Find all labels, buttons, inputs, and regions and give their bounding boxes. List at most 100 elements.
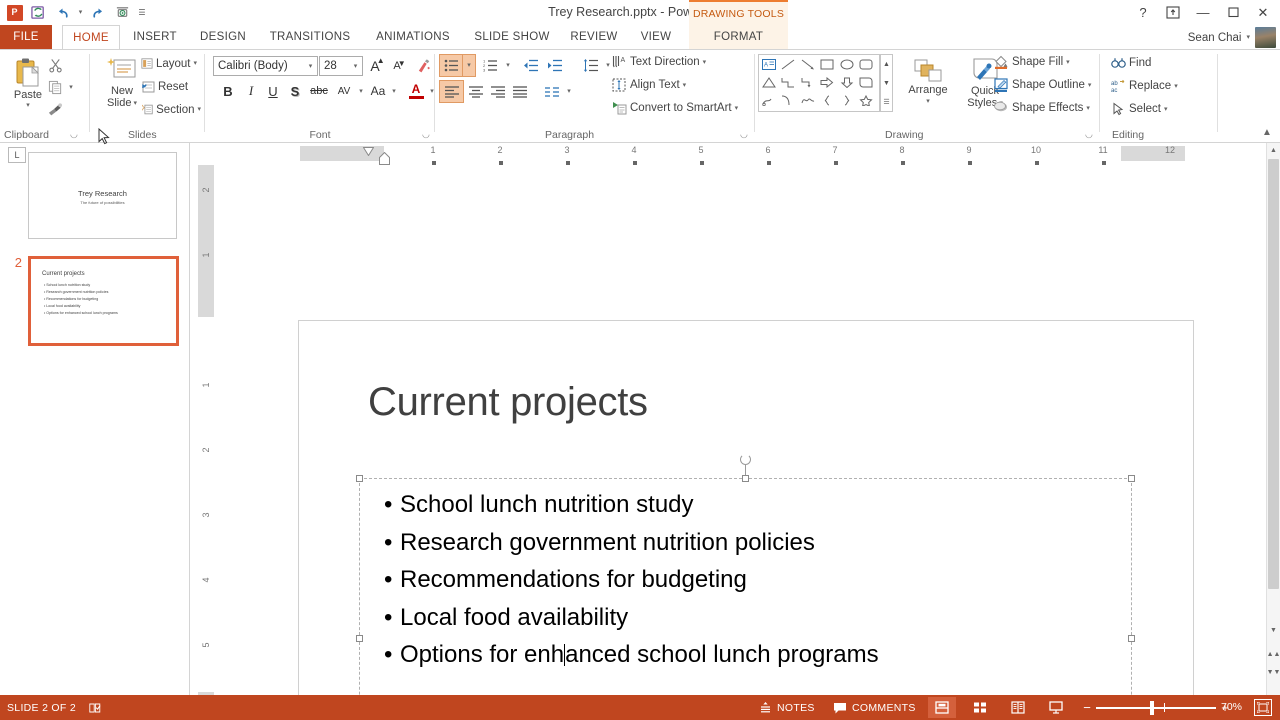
- tab-animations[interactable]: ANIMATIONS: [364, 25, 462, 50]
- shape-pentagon-pie[interactable]: [857, 73, 877, 91]
- zoom-out-button[interactable]: −: [1078, 700, 1096, 715]
- increase-indent-button[interactable]: [543, 55, 566, 76]
- underline-button[interactable]: U: [263, 81, 283, 101]
- resize-handle-middle-right[interactable]: [1128, 635, 1135, 642]
- ribbon-display-options-button[interactable]: [1158, 2, 1188, 24]
- spell-check-icon[interactable]: [82, 695, 108, 720]
- italic-button[interactable]: I: [241, 81, 261, 101]
- arrange-chevron-down-icon[interactable]: ▾: [926, 98, 930, 105]
- shape-outline-chevron-down-icon[interactable]: ▾: [1088, 82, 1092, 89]
- reading-view-button[interactable]: [1004, 697, 1032, 718]
- columns-chevron-down-icon[interactable]: ▾: [563, 81, 575, 102]
- tab-file[interactable]: FILE: [0, 25, 52, 50]
- save-icon[interactable]: [28, 2, 49, 23]
- select-chevron-down-icon[interactable]: ▾: [1164, 106, 1168, 113]
- copy-button[interactable]: [44, 77, 66, 97]
- scroll-up-icon[interactable]: ▲: [1267, 143, 1280, 157]
- thumbnail-slide-2[interactable]: Current projects • School lunch nutritio…: [28, 256, 179, 346]
- shape-effects-chevron-down-icon[interactable]: ▾: [1086, 105, 1090, 112]
- comments-button[interactable]: COMMENTS: [826, 695, 923, 720]
- first-line-indent-marker[interactable]: [362, 145, 375, 159]
- scrollbar-thumb[interactable]: [1268, 159, 1279, 589]
- undo-icon[interactable]: [52, 2, 73, 23]
- slide-bullet-2[interactable]: • Research government nutrition policies: [384, 529, 815, 557]
- line-spacing-button[interactable]: [579, 55, 602, 76]
- numbering-chevron-down-icon[interactable]: ▾: [502, 55, 514, 76]
- shape-fill-chevron-down-icon[interactable]: ▾: [1066, 59, 1070, 66]
- layout-chevron-down-icon[interactable]: ▾: [193, 60, 197, 67]
- resize-handle-top-left[interactable]: [356, 475, 363, 482]
- tab-insert[interactable]: INSERT: [124, 25, 186, 50]
- font-name-input[interactable]: Calibri (Body) ▾: [213, 56, 318, 76]
- new-slide-chevron-down-icon[interactable]: ▾: [133, 100, 137, 107]
- font-color-button[interactable]: A: [405, 79, 427, 103]
- font-size-chevron-down-icon[interactable]: ▾: [349, 62, 362, 70]
- resize-handle-middle-left[interactable]: [356, 635, 363, 642]
- shape-arrow[interactable]: [798, 55, 818, 73]
- horizontal-ruler[interactable]: 1 2 3 4 5 6 7 8 9 10 11 12: [190, 143, 1266, 166]
- redo-icon[interactable]: [88, 2, 109, 23]
- thumbnail-item-2[interactable]: 2 Current projects • School lunch nutrit…: [0, 256, 179, 346]
- shapes-gallery-scroll[interactable]: ▲ ▼ ☰: [880, 54, 893, 112]
- shape-down-arrow[interactable]: [837, 73, 857, 91]
- change-case-button[interactable]: Aa: [367, 81, 389, 101]
- tab-view[interactable]: VIEW: [630, 25, 682, 50]
- text-shadow-button[interactable]: S: [285, 81, 305, 101]
- text-direction-button[interactable]: A Text Direction ▾: [609, 54, 729, 70]
- decrease-font-size-button[interactable]: A ▼: [387, 56, 407, 76]
- columns-button[interactable]: [540, 81, 563, 102]
- slide-bullet-5[interactable]: • Options for enhanced school lunch progr…: [384, 641, 879, 669]
- replace-button[interactable]: ab ac Replace ▾: [1108, 78, 1190, 94]
- shape-rectangle[interactable]: [818, 55, 838, 73]
- section-chevron-down-icon[interactable]: ▾: [197, 106, 201, 113]
- replace-chevron-down-icon[interactable]: ▾: [1174, 83, 1178, 90]
- shapes-scroll-up-icon[interactable]: ▲: [881, 55, 892, 74]
- shape-triangle[interactable]: [759, 73, 779, 91]
- scroll-down-icon[interactable]: ▼: [1267, 623, 1280, 637]
- format-painter-button[interactable]: [44, 99, 66, 119]
- tab-format[interactable]: FORMAT: [689, 25, 788, 50]
- avatar[interactable]: [1255, 27, 1276, 48]
- bold-button[interactable]: B: [217, 81, 239, 101]
- tab-home[interactable]: HOME: [62, 25, 120, 50]
- customize-quick-access-icon[interactable]: ☰: [136, 2, 148, 23]
- arrange-button[interactable]: Arrange ▾: [899, 54, 957, 122]
- slide-bullet-1[interactable]: • School lunch nutrition study: [384, 491, 694, 519]
- reset-button[interactable]: Reset: [138, 79, 200, 94]
- character-spacing-button[interactable]: AV: [332, 81, 356, 101]
- character-spacing-chevron-down-icon[interactable]: ▾: [356, 81, 366, 101]
- drawing-dialog-launcher[interactable]: ◡: [1085, 129, 1096, 140]
- shape-freeform[interactable]: [798, 91, 818, 109]
- slide-indicator[interactable]: SLIDE 2 OF 2: [0, 695, 83, 720]
- shape-curve[interactable]: [779, 91, 799, 109]
- find-button[interactable]: Find: [1108, 55, 1172, 71]
- shapes-more-icon[interactable]: ☰: [881, 92, 892, 111]
- bullets-button[interactable]: [439, 54, 464, 77]
- account-area[interactable]: Sean Chai ▾: [1188, 27, 1276, 48]
- shape-oval[interactable]: [837, 55, 857, 73]
- shape-line[interactable]: [779, 55, 799, 73]
- font-name-chevron-down-icon[interactable]: ▾: [304, 62, 317, 70]
- align-center-button[interactable]: [464, 81, 487, 102]
- layout-button[interactable]: Layout ▾: [138, 56, 200, 71]
- align-text-chevron-down-icon[interactable]: ▾: [683, 82, 687, 89]
- normal-view-button[interactable]: [928, 697, 956, 718]
- slide-canvas[interactable]: Current projects • School lunch nutrition…: [215, 165, 1266, 695]
- slide-show-view-button[interactable]: [1042, 697, 1070, 718]
- slide-title-placeholder[interactable]: Current projects: [368, 378, 648, 426]
- align-left-button[interactable]: [439, 80, 464, 103]
- restore-button[interactable]: [1218, 2, 1248, 24]
- shape-star[interactable]: [857, 91, 877, 109]
- strikethrough-button[interactable]: abc: [307, 81, 331, 101]
- shape-left-brace[interactable]: [818, 91, 838, 109]
- slide-bullet-4[interactable]: • Local food availability: [384, 604, 628, 632]
- thumbnail-item-1[interactable]: 1 Trey Research The future of possibilit…: [0, 152, 177, 239]
- undo-dropdown-icon[interactable]: ▾: [76, 2, 85, 23]
- shape-effects-button[interactable]: Shape Effects ▾: [991, 100, 1099, 116]
- clear-formatting-button[interactable]: [413, 56, 435, 76]
- resize-handle-top-center[interactable]: [742, 475, 749, 482]
- shape-elbow-arrow-connector[interactable]: [798, 73, 818, 91]
- shape-scribble[interactable]: [759, 91, 779, 109]
- shape-elbow-connector[interactable]: [779, 73, 799, 91]
- section-button[interactable]: Section ▾: [138, 102, 204, 117]
